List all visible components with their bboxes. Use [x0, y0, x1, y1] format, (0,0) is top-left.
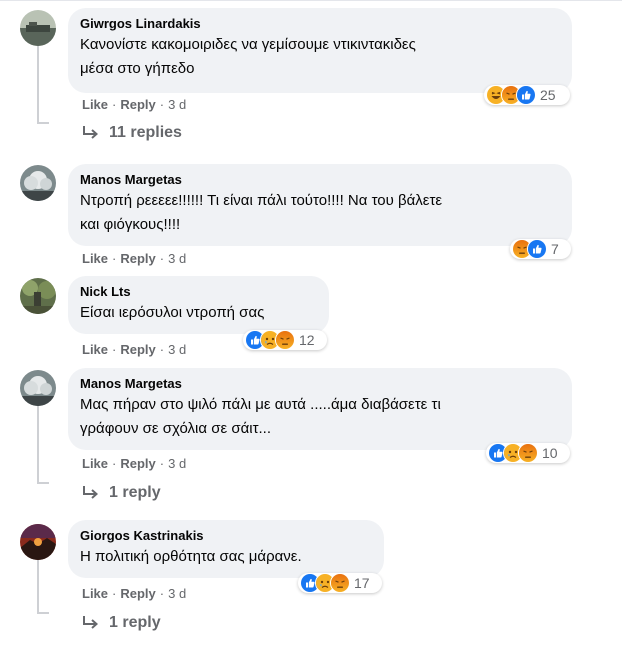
like-icon [527, 239, 547, 259]
like-icon [516, 85, 536, 105]
avatar[interactable] [20, 370, 56, 406]
comment-bubble: Manos Margetas Ντροπή ρεεεεε!!!!!! Τι εί… [68, 164, 572, 246]
comment-text: Κανονίστε κακομοιριδες να γεμίσουμε ντικ… [80, 36, 416, 77]
comment-actions: Like · Reply · 3 d [82, 97, 187, 112]
avatar-photo [20, 524, 56, 560]
thread-connector [37, 122, 49, 124]
comment-author[interactable]: Giwrgos Linardakis [80, 16, 560, 32]
top-divider [0, 0, 622, 1]
comment-bubble: Manos Margetas Μας πήραν στο ψιλό πάλι μ… [68, 368, 572, 450]
comment-author[interactable]: Nick Lts [80, 284, 317, 300]
avatar-photo [20, 370, 56, 406]
comment-bubble: Nick Lts Είσαι ιερόσυλοι ντροπή σας [68, 276, 329, 334]
reply-button[interactable]: Reply [120, 251, 155, 266]
avatar[interactable] [20, 278, 56, 314]
view-replies-button[interactable]: 1 reply [82, 484, 161, 502]
angry-icon [330, 573, 350, 593]
reply-arrow-icon [83, 486, 99, 499]
thread-connector [37, 560, 39, 613]
comment-timestamp[interactable]: 3 d [168, 456, 186, 471]
comment-timestamp[interactable]: 3 d [168, 97, 186, 112]
comment-timestamp[interactable]: 3 d [168, 342, 186, 357]
angry-icon [275, 330, 295, 350]
avatar[interactable] [20, 165, 56, 201]
comment-actions: Like · Reply · 3 d [82, 251, 187, 266]
like-button[interactable]: Like [82, 97, 108, 112]
like-button[interactable]: Like [82, 456, 108, 471]
reply-button[interactable]: Reply [120, 342, 155, 357]
reaction-count: 25 [540, 87, 556, 103]
comment-author[interactable]: Giorgos Kastrinakis [80, 528, 372, 544]
like-button[interactable]: Like [82, 342, 108, 357]
reaction-count: 12 [299, 332, 315, 348]
comment-author[interactable]: Manos Margetas [80, 376, 560, 392]
thread-connector [37, 45, 39, 123]
comment-text: Ντροπή ρεεεεε!!!!!! Τι είναι πάλι τούτο!… [80, 192, 443, 233]
thread-connector [37, 405, 39, 483]
like-button[interactable]: Like [82, 251, 108, 266]
comment-timestamp[interactable]: 3 d [168, 251, 186, 266]
reactions-summary[interactable]: 25 [484, 85, 570, 105]
comment-text: Η πολιτική ορθότητα σας μάρανε. [80, 548, 302, 565]
like-button[interactable]: Like [82, 586, 108, 601]
comment-bubble: Giwrgos Linardakis Κανονίστε κακομοιριδε… [68, 8, 572, 93]
reply-arrow-icon [83, 126, 99, 139]
reply-button[interactable]: Reply [120, 586, 155, 601]
avatar-photo [20, 165, 56, 201]
comment-actions: Like · Reply · 3 d [82, 342, 187, 357]
reaction-count: 7 [551, 241, 559, 257]
comment-actions: Like · Reply · 3 d [82, 586, 187, 601]
comment-actions: Like · Reply · 3 d [82, 456, 187, 471]
comment-text: Μας πήραν στο ψιλό πάλι με αυτά .....άμα… [80, 396, 441, 437]
view-replies-button[interactable]: 1 reply [82, 614, 161, 632]
view-replies-button[interactable]: 11 replies [82, 124, 182, 142]
replies-label: 1 reply [109, 614, 161, 631]
avatar-photo [20, 10, 56, 46]
comment-timestamp[interactable]: 3 d [168, 586, 186, 601]
comment-author[interactable]: Manos Margetas [80, 172, 560, 188]
comment-bubble: Giorgos Kastrinakis Η πολιτική ορθότητα … [68, 520, 384, 578]
reply-button[interactable]: Reply [120, 456, 155, 471]
reactions-summary[interactable]: 7 [510, 239, 571, 259]
avatar-photo [20, 278, 56, 314]
thread-connector [37, 482, 49, 484]
avatar[interactable] [20, 524, 56, 560]
reaction-count: 17 [354, 575, 370, 591]
reply-arrow-icon [83, 616, 99, 629]
reactions-summary[interactable]: 10 [486, 443, 570, 463]
thread-connector [37, 612, 49, 614]
replies-label: 1 reply [109, 484, 161, 501]
reply-button[interactable]: Reply [120, 97, 155, 112]
reactions-summary[interactable]: 17 [298, 573, 382, 593]
angry-icon [518, 443, 538, 463]
reactions-summary[interactable]: 12 [243, 330, 327, 350]
reaction-count: 10 [542, 445, 558, 461]
avatar[interactable] [20, 10, 56, 46]
replies-label: 11 replies [109, 124, 182, 141]
comment-text: Είσαι ιερόσυλοι ντροπή σας [80, 304, 265, 321]
